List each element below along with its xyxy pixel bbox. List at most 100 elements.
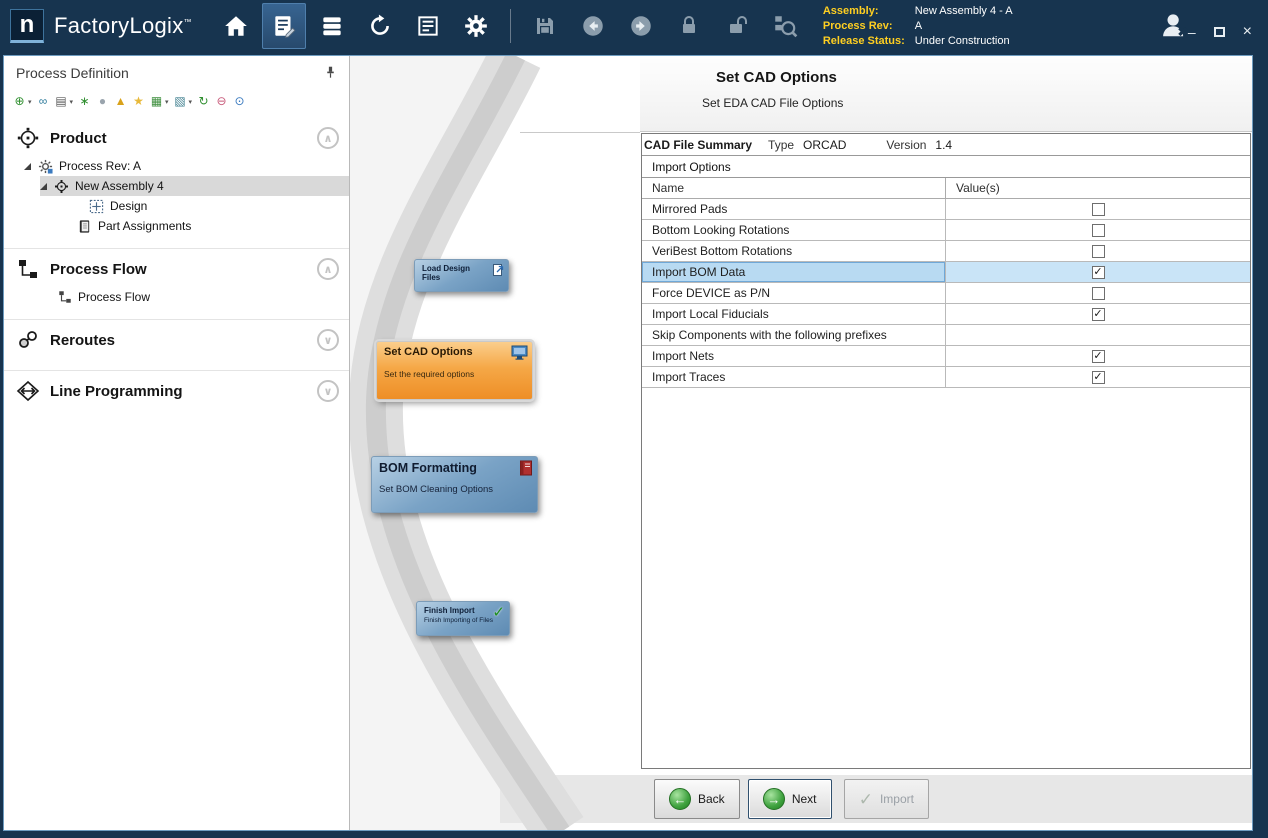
collapse-process-flow-button[interactable]: ∧ <box>317 258 339 280</box>
option-row[interactable]: Mirrored Pads <box>642 199 1250 220</box>
unlock-button[interactable] <box>715 3 759 49</box>
option-checkbox[interactable]: ✓ <box>1092 350 1105 363</box>
wizard-step-set-cad-options[interactable]: Set CAD Options Set the required options <box>376 341 533 400</box>
add-dropdown[interactable]: ▾ <box>28 98 32 106</box>
option-value-cell: ✓ <box>946 367 1250 387</box>
process-rev-label: Process Rev: <box>823 19 905 34</box>
wizard-step-title: Load Design Files <box>422 264 501 282</box>
sync-button[interactable] <box>358 3 402 49</box>
minimize-button[interactable]: – <box>1188 25 1196 39</box>
option-name: Force DEVICE as P/N <box>642 283 946 303</box>
collapse-product-button[interactable]: ∧ <box>317 127 339 149</box>
documents-button[interactable] <box>406 3 450 49</box>
process-audit-button[interactable] <box>763 3 807 49</box>
option-row[interactable]: Import Nets✓ <box>642 346 1250 367</box>
expand-line-programming-button[interactable]: ∨ <box>317 380 339 402</box>
settings-button[interactable] <box>454 3 498 49</box>
option-checkbox[interactable] <box>1092 287 1105 300</box>
refresh-tree-icon[interactable]: ∗ <box>77 95 92 107</box>
column-header-values[interactable]: Value(s) <box>946 178 1250 198</box>
option-row[interactable]: Force DEVICE as P/N <box>642 283 1250 304</box>
tree-item-process-rev[interactable]: Process Rev: A <box>4 156 349 176</box>
favorite-icon[interactable]: ★ <box>131 95 146 107</box>
option-checkbox[interactable] <box>1092 245 1105 258</box>
option-checkbox[interactable]: ✓ <box>1092 308 1105 321</box>
tree-item-design[interactable]: Design <box>4 196 349 216</box>
tree-item-new-assembly-4[interactable]: New Assembly 4 <box>4 176 349 196</box>
assembly-icon <box>53 179 70 194</box>
option-value-cell <box>946 325 1250 345</box>
home-button[interactable] <box>214 3 258 49</box>
next-button[interactable]: → Next <box>748 779 832 819</box>
option-row[interactable]: Import BOM Data✓ <box>642 262 1250 283</box>
save-button[interactable] <box>523 3 567 49</box>
app-title: FactoryLogix™ <box>54 13 192 39</box>
close-button[interactable]: × <box>1243 24 1252 40</box>
data-management-button[interactable] <box>310 3 354 49</box>
reroutes-section: Reroutes ∨ <box>4 319 349 370</box>
tree-item-process-flow[interactable]: Process Flow <box>4 287 349 307</box>
option-name: Bottom Looking Rotations <box>642 220 946 240</box>
user-logout-button[interactable] <box>1160 10 1190 43</box>
option-row[interactable]: Bottom Looking Rotations <box>642 220 1250 241</box>
expander-icon[interactable] <box>40 183 47 190</box>
remove-icon[interactable]: ⊖ <box>214 95 229 107</box>
design-icon <box>88 199 105 214</box>
flask-icon[interactable]: ▲ <box>113 95 128 107</box>
option-value-cell <box>946 283 1250 303</box>
expander-icon[interactable] <box>24 163 31 170</box>
wizard-step-finish-import[interactable]: Finish Import Finish Importing of Files … <box>416 601 510 636</box>
wizard-step-title: BOM Formatting <box>379 461 530 475</box>
process-definition-panel: Process Definition ⊕▾∞▤▾∗●▲★▦▾▧▾↻⊖⊙ Prod… <box>4 56 350 830</box>
option-row[interactable]: Import Local Fiducials✓ <box>642 304 1250 325</box>
forward-nav-button[interactable] <box>619 3 663 49</box>
print-icon[interactable]: ▤ <box>54 95 69 107</box>
process-flow-icon <box>14 258 42 280</box>
option-checkbox[interactable]: ✓ <box>1092 371 1105 384</box>
options-table-header: Name Value(s) <box>642 178 1250 199</box>
user-icon[interactable]: ● <box>95 95 110 107</box>
layers-alt-dropdown[interactable]: ▾ <box>189 98 193 106</box>
tree-item-part-assignments[interactable]: Part Assignments <box>4 216 349 236</box>
finish-check-icon: ✓ <box>492 605 505 620</box>
option-row[interactable]: Import Traces✓ <box>642 367 1250 388</box>
release-status-value: Under Construction <box>915 34 1013 49</box>
main-toolbar <box>214 3 807 49</box>
maximize-button[interactable] <box>1214 27 1225 37</box>
process-definition-button[interactable] <box>262 3 306 49</box>
add-icon[interactable]: ⊕ <box>12 95 27 107</box>
option-value-cell <box>946 220 1250 240</box>
section-header-process-flow[interactable]: Process Flow ∧ <box>4 251 349 287</box>
expand-reroutes-button[interactable]: ∨ <box>317 329 339 351</box>
wizard-step-load-design-files[interactable]: Load Design Files <box>414 259 509 292</box>
section-header-reroutes[interactable]: Reroutes ∨ <box>4 322 349 358</box>
pin-button[interactable] <box>324 65 337 82</box>
wizard-step-subtitle: Finish Importing of Files <box>424 617 502 624</box>
option-row[interactable]: VeriBest Bottom Rotations <box>642 241 1250 262</box>
version-value: 1.4 <box>935 138 952 152</box>
link-icon[interactable]: ∞ <box>36 95 51 107</box>
back-button[interactable]: ← Back <box>654 779 740 819</box>
layers-icon[interactable]: ▦ <box>149 95 164 107</box>
sync-icon[interactable]: ↻ <box>196 95 211 107</box>
tree-indent <box>4 156 24 176</box>
layers-alt-icon[interactable]: ▧ <box>173 95 188 107</box>
option-name: Mirrored Pads <box>642 199 946 219</box>
tree-label-part-assignments: Part Assignments <box>98 219 191 233</box>
lock-button[interactable] <box>667 3 711 49</box>
print-dropdown[interactable]: ▾ <box>70 98 74 106</box>
wizard-step-bom-formatting[interactable]: BOM Formatting Set BOM Cleaning Options <box>371 456 538 513</box>
column-header-name[interactable]: Name <box>642 178 946 198</box>
section-header-line-programming[interactable]: Line Programming ∨ <box>4 373 349 409</box>
import-button[interactable]: ✓ Import <box>844 779 929 819</box>
option-checkbox[interactable] <box>1092 203 1105 216</box>
option-row[interactable]: Skip Components with the following prefi… <box>642 325 1250 346</box>
unlock-icon <box>725 14 749 38</box>
section-header-product[interactable]: Product ∧ <box>4 120 349 156</box>
option-checkbox[interactable]: ✓ <box>1092 266 1105 279</box>
logo-mark-icon: n <box>10 9 44 43</box>
option-checkbox[interactable] <box>1092 224 1105 237</box>
back-nav-button[interactable] <box>571 3 615 49</box>
pause-icon[interactable]: ⊙ <box>232 95 247 107</box>
layers-dropdown[interactable]: ▾ <box>165 98 169 106</box>
